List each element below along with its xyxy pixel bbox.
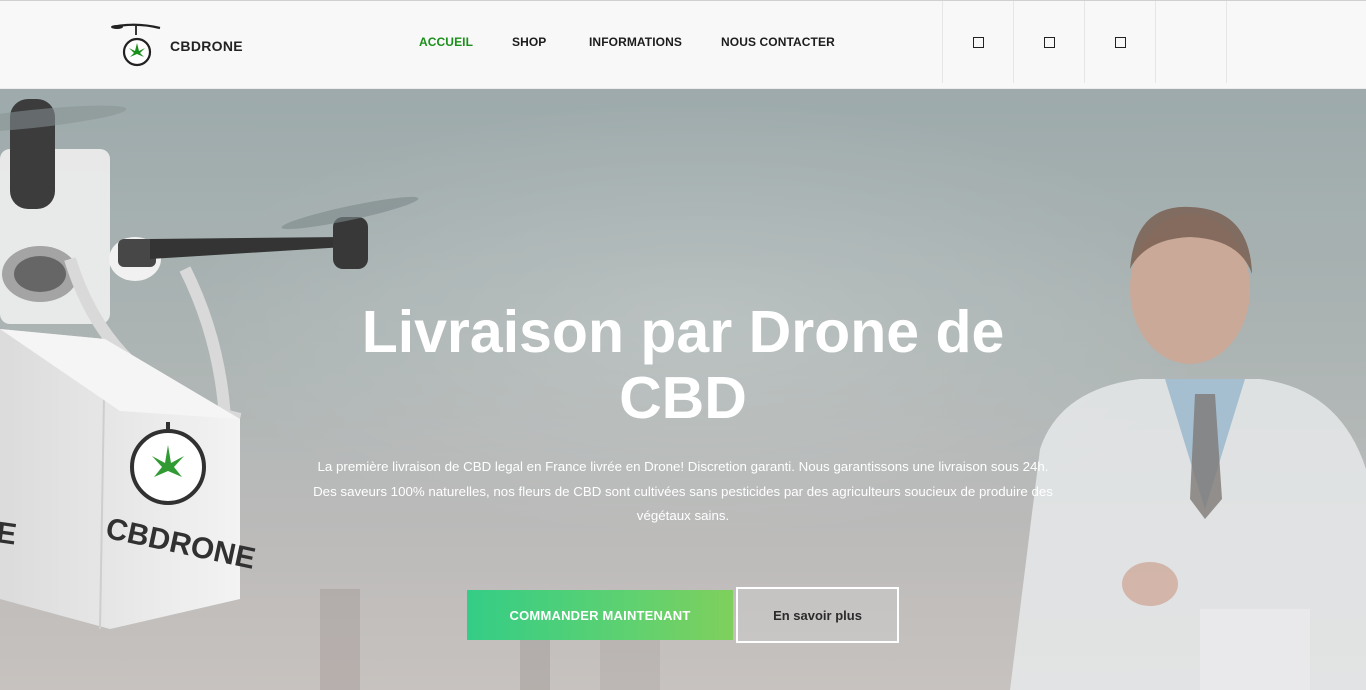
order-now-button[interactable]: COMMANDER MAINTENANT: [467, 590, 733, 640]
site-header: CBDRONE ACCUEIL SHOP INFORMATIONS NOUS C…: [0, 0, 1366, 89]
square-icon: [1043, 36, 1055, 48]
header-empty-cell: [1155, 1, 1226, 83]
square-icon: [1114, 36, 1126, 48]
header-empty-cell: [1226, 1, 1366, 83]
nav-informations[interactable]: INFORMATIONS: [589, 35, 682, 49]
hero-content: Livraison par Drone de CBD La première l…: [0, 89, 1366, 690]
nav-accueil[interactable]: ACCUEIL: [419, 35, 473, 49]
header-icon-button-3[interactable]: [1084, 1, 1155, 83]
header-icon-button-1[interactable]: [942, 1, 1013, 83]
header-icon-button-2[interactable]: [1013, 1, 1084, 83]
hero-title: Livraison par Drone de CBD: [361, 299, 1005, 431]
hero-description: La première livraison de CBD legal en Fr…: [313, 459, 1053, 523]
brand-name: CBDRONE: [170, 38, 243, 54]
nav-shop[interactable]: SHOP: [512, 35, 546, 49]
hero-section: CBDRONE E Livraison par Drone de CBD La …: [0, 89, 1366, 690]
site-logo[interactable]: CBDRONE: [108, 21, 243, 71]
learn-more-button[interactable]: En savoir plus: [736, 587, 899, 643]
nav-nous-contacter[interactable]: NOUS CONTACTER: [721, 35, 835, 49]
square-icon: [972, 36, 984, 48]
drone-logo-icon: [111, 23, 161, 67]
